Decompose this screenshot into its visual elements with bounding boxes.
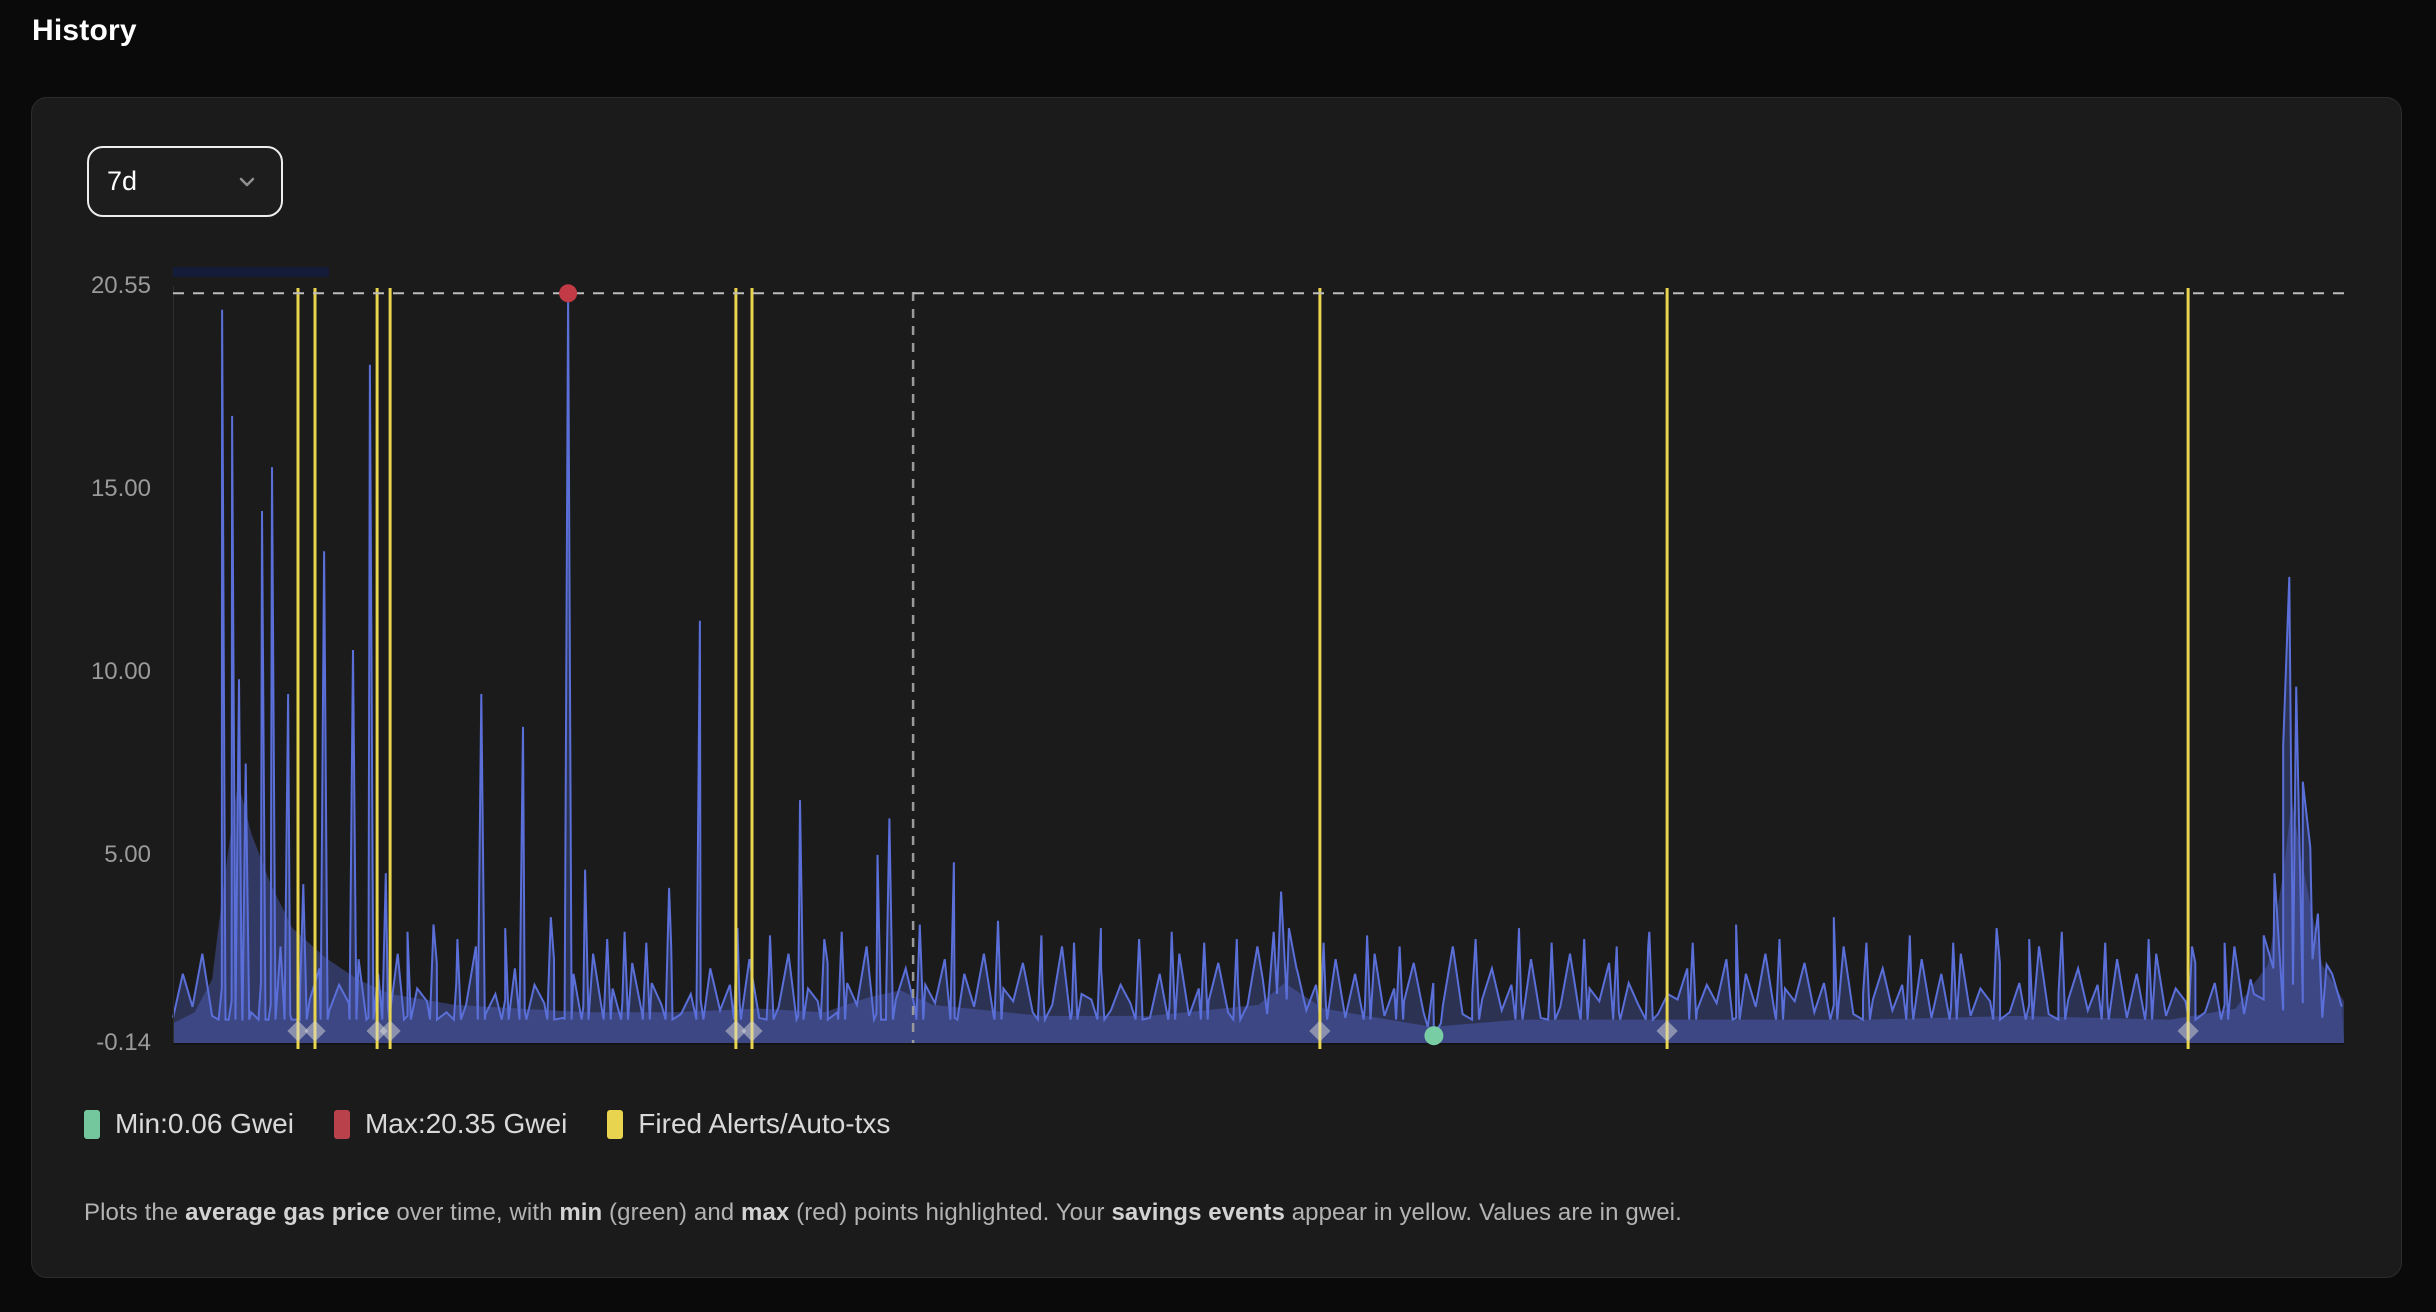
max-point-dot — [559, 284, 577, 302]
legend-label: Max:20.35 Gwei — [365, 1108, 567, 1140]
legend-swatch-icon — [607, 1110, 623, 1139]
y-tick-label: -0.14 — [39, 1028, 151, 1058]
gas-price-area — [173, 293, 2344, 1043]
description-text: appear in yellow. Values are in gwei. — [1285, 1199, 1682, 1226]
gas-price-line — [173, 293, 2342, 1035]
brush-indicator[interactable] — [173, 267, 329, 277]
chart-description: Plots the average gas price over time, w… — [84, 1199, 1682, 1227]
y-tick-label: 15.00 — [39, 474, 151, 504]
description-text: (green) and — [602, 1199, 741, 1226]
legend-item: Fired Alerts/Auto-txs — [607, 1108, 890, 1140]
legend-label: Min:0.06 Gwei — [115, 1108, 294, 1140]
description-emphasis: max — [741, 1199, 789, 1226]
description-emphasis: average gas price — [185, 1199, 390, 1226]
y-tick-label: 5.00 — [39, 840, 151, 870]
min-point-dot — [1424, 1026, 1443, 1045]
y-axis: 20.5515.0010.005.00-0.14 — [39, 286, 151, 1043]
gas-price-chart[interactable]: 20.5515.0010.005.00-0.14 — [173, 286, 2344, 1043]
legend-swatch-icon — [334, 1110, 350, 1139]
range-select-value: 7d — [107, 166, 137, 197]
history-panel: 7d 20.5515.0010.005.00-0.14 Min:0.06 Gwe… — [31, 97, 2402, 1278]
description-emphasis: min — [559, 1199, 602, 1226]
description-text: (red) points highlighted. Your — [789, 1199, 1111, 1226]
legend-item: Min:0.06 Gwei — [84, 1108, 294, 1140]
description-text: over time, with — [390, 1199, 560, 1226]
y-tick-label: 10.00 — [39, 657, 151, 687]
y-tick-label: 20.55 — [39, 271, 151, 301]
description-emphasis: savings events — [1111, 1199, 1285, 1226]
description-text: Plots the — [84, 1199, 185, 1226]
legend-swatch-icon — [84, 1110, 100, 1139]
legend-label: Fired Alerts/Auto-txs — [638, 1108, 890, 1140]
legend: Min:0.06 Gwei Max:20.35 Gwei Fired Alerts/… — [84, 1108, 890, 1140]
range-select[interactable]: 7d — [87, 146, 283, 217]
page-title: History — [32, 14, 137, 48]
plot-area — [173, 286, 2344, 1043]
legend-item: Max:20.35 Gwei — [334, 1108, 567, 1140]
chevron-down-icon — [235, 170, 259, 194]
